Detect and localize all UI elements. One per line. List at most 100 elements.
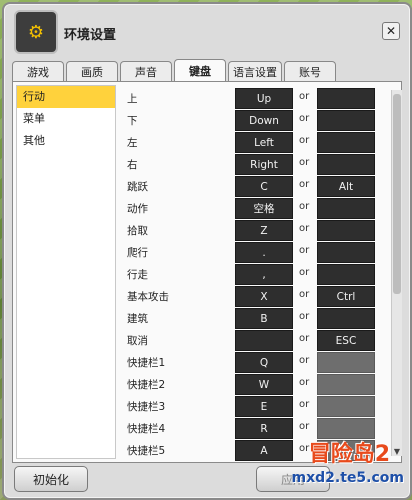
primary-key-slot[interactable]: Left [235, 132, 293, 153]
category-item-other[interactable]: 其他 [17, 130, 115, 152]
secondary-key-slot[interactable] [317, 88, 375, 109]
action-label: 基本攻击 [127, 291, 169, 303]
action-label: 快捷栏5 [127, 445, 166, 457]
secondary-key-slot[interactable] [317, 220, 375, 241]
secondary-key-slot [317, 374, 375, 395]
primary-key-slot[interactable]: Up [235, 88, 293, 109]
keybinding-row: 跳跃 Cor Alt [125, 176, 387, 197]
tab-keyboard[interactable]: 键盘 [174, 59, 226, 82]
or-separator: or [299, 201, 310, 212]
or-separator: or [299, 421, 310, 432]
primary-key-slot[interactable]: Z [235, 220, 293, 241]
tab-account[interactable]: 账号 [284, 61, 336, 82]
primary-key-slot[interactable]: Right [235, 154, 293, 175]
primary-key-slot[interactable]: E [235, 396, 293, 417]
or-separator: or [299, 377, 310, 388]
keybinding-list: 上 Up or 下 Down or 左 Left or 右 Right or 跳跃 Cor Alt 动作 空格 o… [125, 88, 387, 461]
primary-key-slot[interactable]: Q [235, 352, 293, 373]
primary-key-slot[interactable]: . [235, 242, 293, 263]
keybinding-row: 基本攻击 Xor Ctrl [125, 286, 387, 307]
secondary-key-slot[interactable] [317, 198, 375, 219]
keybinding-row: 行走, or [125, 264, 387, 285]
or-separator: or [299, 113, 310, 124]
keybinding-row: 上 Up or [125, 88, 387, 109]
keybinding-row: 下 Down or [125, 110, 387, 131]
tab-game[interactable]: 游戏 [12, 61, 64, 82]
settings-window: ⚙ 环境设置 ✕ 游戏 画质 声音 键盘 语言设置 账号 行动 菜单 其他 上 U… [2, 2, 412, 500]
title-bar[interactable]: ⚙ 环境设置 ✕ [4, 4, 410, 56]
keybinding-row: 快捷栏1 Qor [125, 352, 387, 373]
tab-sound[interactable]: 声音 [120, 61, 172, 82]
keybinding-row: 动作 空格 or [125, 198, 387, 219]
keybinding-row: 爬行. or [125, 242, 387, 263]
secondary-key-slot[interactable]: ESC [317, 330, 375, 351]
primary-key-slot[interactable]: X [235, 286, 293, 307]
action-label: 下 [127, 115, 138, 127]
keybinding-row: 快捷栏3 Eor [125, 396, 387, 417]
secondary-key-slot[interactable]: Alt [317, 176, 375, 197]
category-item-menu[interactable]: 菜单 [17, 108, 115, 130]
action-label: 动作 [127, 203, 148, 215]
primary-key-slot[interactable]: B [235, 308, 293, 329]
tab-graphics[interactable]: 画质 [66, 61, 118, 82]
action-label: 右 [127, 159, 138, 171]
or-separator: or [299, 245, 310, 256]
keybinding-row: 右 Right or [125, 154, 387, 175]
settings-tabs: 游戏 画质 声音 键盘 语言设置 账号 [12, 59, 336, 82]
primary-key-slot[interactable]: Down [235, 110, 293, 131]
keybinding-row: 左 Left or [125, 132, 387, 153]
category-list: 行动 菜单 其他 [16, 85, 116, 459]
action-label: 爬行 [127, 247, 148, 259]
secondary-key-slot[interactable] [317, 242, 375, 263]
keybinding-row: 取消 or ESC [125, 330, 387, 351]
window-title: 环境设置 [64, 28, 117, 43]
secondary-key-slot[interactable] [317, 154, 375, 175]
site-watermark: 冒险岛2 mxd2.te5.com [280, 436, 408, 496]
action-label: 左 [127, 137, 138, 149]
secondary-key-slot [317, 396, 375, 417]
or-separator: or [299, 289, 310, 300]
action-label: 建筑 [127, 313, 148, 325]
keybinding-row: 快捷栏2 Wor [125, 374, 387, 395]
or-separator: or [299, 333, 310, 344]
secondary-key-slot[interactable] [317, 132, 375, 153]
scrollbar[interactable]: ▼ [391, 90, 402, 456]
action-label: 快捷栏2 [127, 379, 166, 391]
or-separator: or [299, 157, 310, 168]
keybinding-row: 拾取 Zor [125, 220, 387, 241]
secondary-key-slot[interactable] [317, 308, 375, 329]
keybinding-row: 快捷栏4 Ror [125, 418, 387, 439]
secondary-key-slot [317, 352, 375, 373]
close-button[interactable]: ✕ [382, 22, 400, 40]
reset-button[interactable]: 初始化 [14, 466, 88, 492]
keyboard-panel: 行动 菜单 其他 上 Up or 下 Down or 左 Left or 右 Right or 跳跃 Co… [12, 81, 402, 463]
or-separator: or [299, 267, 310, 278]
or-separator: or [299, 355, 310, 366]
primary-key-slot[interactable]: C [235, 176, 293, 197]
keybinding-row: 建筑 Bor [125, 308, 387, 329]
secondary-key-slot[interactable] [317, 264, 375, 285]
action-label: 拾取 [127, 225, 148, 237]
settings-logo-icon: ⚙ [14, 10, 58, 54]
action-label: 快捷栏1 [127, 357, 166, 369]
or-separator: or [299, 91, 310, 102]
or-separator: or [299, 399, 310, 410]
watermark-site: mxd2.te5.com [291, 470, 404, 486]
action-label: 上 [127, 93, 138, 105]
or-separator: or [299, 179, 310, 190]
primary-key-slot[interactable]: W [235, 374, 293, 395]
secondary-key-slot[interactable]: Ctrl [317, 286, 375, 307]
action-label: 快捷栏3 [127, 401, 166, 413]
category-item-action[interactable]: 行动 [17, 86, 115, 108]
tab-language[interactable]: 语言设置 [228, 61, 282, 82]
or-separator: or [299, 135, 310, 146]
primary-key-slot[interactable]: , [235, 264, 293, 285]
secondary-key-slot[interactable] [317, 110, 375, 131]
primary-key-slot[interactable] [235, 330, 293, 351]
action-label: 行走 [127, 269, 148, 281]
scrollbar-thumb[interactable] [393, 94, 401, 294]
or-separator: or [299, 311, 310, 322]
primary-key-slot[interactable]: 空格 [235, 198, 293, 219]
or-separator: or [299, 223, 310, 234]
action-label: 取消 [127, 335, 148, 347]
